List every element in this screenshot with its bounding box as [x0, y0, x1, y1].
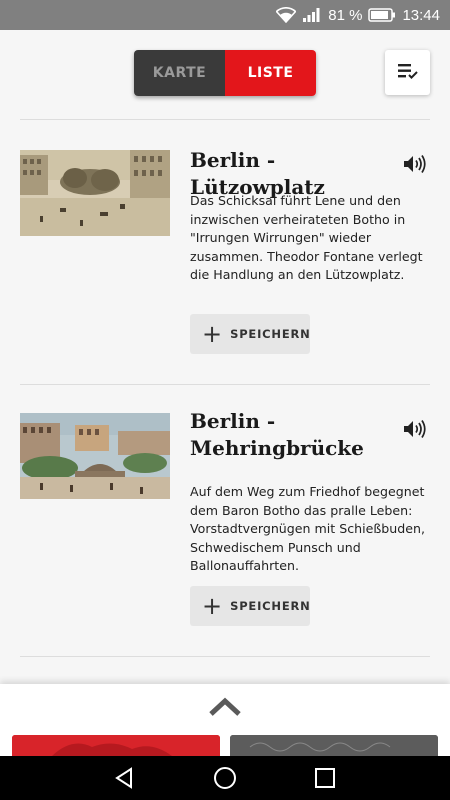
- recents-icon[interactable]: [313, 766, 337, 790]
- view-toggle: KARTE LISTE: [134, 50, 316, 96]
- save-button-label: SPEICHERN: [230, 599, 311, 613]
- tab-karte[interactable]: KARTE: [134, 50, 225, 96]
- save-button-label: SPEICHERN: [230, 327, 311, 341]
- thumbnail-lutzowplatz[interactable]: [20, 150, 170, 236]
- item-description: Auf dem Weg zum Friedhof begegnet dem Ba…: [190, 484, 426, 573]
- save-button[interactable]: + SPEICHERN: [190, 586, 310, 626]
- speaker-icon[interactable]: [402, 418, 428, 440]
- bottom-panel: [0, 684, 450, 756]
- sort-button[interactable]: [385, 50, 430, 95]
- divider: [20, 384, 430, 385]
- tab-liste[interactable]: LISTE: [225, 50, 316, 96]
- tab-karte-label: KARTE: [152, 65, 207, 81]
- clock: 13:44: [402, 6, 440, 24]
- home-icon[interactable]: [213, 766, 237, 790]
- header: KARTE LISTE: [0, 30, 450, 120]
- battery-icon: [368, 8, 396, 22]
- sort-list-icon: [397, 62, 419, 84]
- plus-icon: +: [202, 320, 223, 348]
- preview-card-red[interactable]: [12, 735, 220, 756]
- divider: [20, 656, 430, 657]
- preview-card-dark[interactable]: [230, 735, 438, 756]
- status-bar: 81 % 13:44: [0, 0, 450, 30]
- signal-icon: [302, 7, 322, 23]
- chevron-up-icon[interactable]: [208, 696, 242, 718]
- battery-percent: 81 %: [328, 6, 363, 24]
- tab-liste-label: LISTE: [247, 65, 294, 81]
- speaker-icon[interactable]: [402, 153, 428, 175]
- wifi-icon: [276, 7, 297, 23]
- save-button[interactable]: + SPEICHERN: [190, 314, 310, 354]
- item-title[interactable]: Berlin - Mehringbrücke: [190, 408, 390, 462]
- item-description: Das Schicksal führt Lene und den inzwisc…: [190, 193, 423, 282]
- divider: [20, 119, 430, 120]
- thumbnail-mehringbruecke[interactable]: [20, 413, 170, 499]
- navigation-bar: [0, 756, 450, 800]
- back-icon[interactable]: [113, 766, 137, 790]
- plus-icon: +: [202, 592, 223, 620]
